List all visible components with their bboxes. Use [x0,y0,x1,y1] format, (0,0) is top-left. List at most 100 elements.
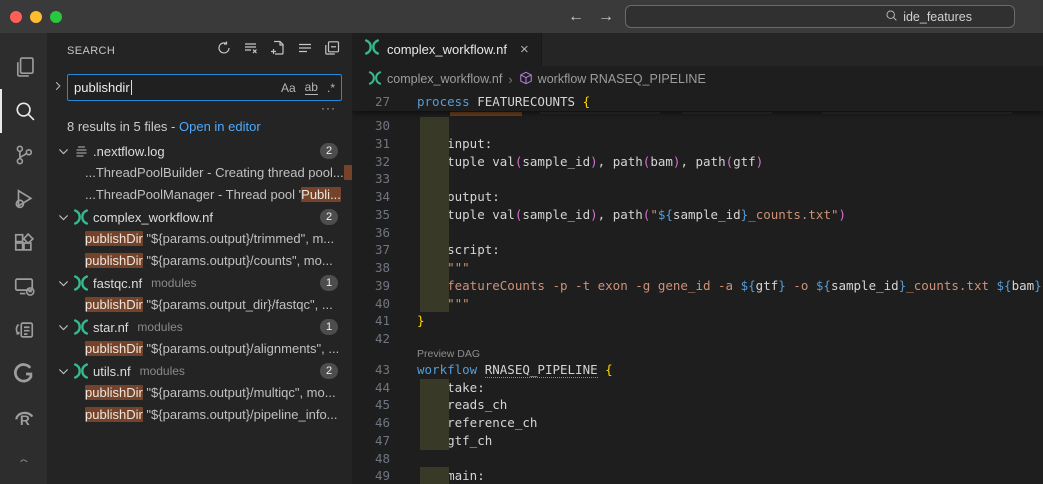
code-line-39[interactable]: 39 featureCounts -p -t exon -g gene_id -… [352,277,1043,295]
search-result-file-row[interactable]: fastqc.nfmodules1 [47,272,352,294]
code-line-32[interactable]: 32 tuple val(sample_id), path(bam), path… [352,153,1043,171]
file-path: modules [140,364,185,378]
use-regex-toggle[interactable]: .* [327,81,335,95]
close-icon[interactable]: × [520,41,529,58]
match-count-badge: 2 [320,143,338,159]
search-result-file-row[interactable]: complex_workflow.nf2 [47,206,352,228]
code-line-42[interactable]: 42 [352,330,1043,348]
search-result-match-row[interactable]: publishDir "${params.output}/alignments"… [47,338,352,360]
clear-results-button[interactable] [243,43,259,59]
code-line-38[interactable]: 38 """ [352,259,1043,277]
line-number: 48 [352,450,390,468]
code-line-36[interactable]: 36 [352,224,1043,242]
code-line-43[interactable]: 43workflow RNASEQ_PIPELINE { [352,361,1043,379]
svg-text:R: R [19,413,29,428]
breadcrumb-file[interactable]: complex_workflow.nf [387,72,502,86]
source-control-icon [13,144,35,166]
code-editor[interactable]: 27process FEATURECOUNTS { 3031 input:32 … [352,92,1043,484]
close-window-button[interactable] [10,11,22,23]
search-result-match-row[interactable]: publishDir "${params.output}/multiqc", m… [47,382,352,404]
refresh-button[interactable] [216,43,232,59]
activity-bar-extensions[interactable] [0,221,47,265]
r-icon: R [13,407,35,429]
code-line-48[interactable]: 48 [352,450,1043,468]
activity-bar-run-debug[interactable] [0,177,47,221]
file-path: modules [137,320,182,334]
search-result-match-row[interactable]: publishDir "${params.output}/trimmed", m… [47,228,352,250]
search-result-match-row[interactable]: ...ThreadPoolManager - Thread pool 'Publ… [47,184,352,206]
code-line-49[interactable]: 49 main: [352,467,1043,484]
code-line-30[interactable]: 30 [352,117,1043,135]
line-number: 47 [352,432,390,450]
search-icon [14,100,36,122]
forward-button[interactable]: → [598,8,614,26]
code-line-44[interactable]: 44 take: [352,379,1043,397]
line-number: 41 [352,312,390,330]
search-result-file-row[interactable]: star.nfmodules1 [47,316,352,338]
line-number: 37 [352,241,390,259]
activity-bar-cloud[interactable] [0,440,47,484]
search-result-match-row[interactable]: publishDir "${params.output_dir}/fastqc"… [47,294,352,316]
code-line-33[interactable]: 33 [352,170,1043,188]
search-icon [885,9,898,25]
chevron-down-icon[interactable] [57,146,69,157]
tasks-icon [13,319,35,341]
code-line-40[interactable]: 40 """ [352,295,1043,313]
search-query-text: publishdir [74,80,130,95]
chevron-down-icon[interactable] [57,278,69,289]
search-results-tree: .nextflow.log2...ThreadPoolBuilder - Cre… [47,140,352,484]
code-line-45[interactable]: 45 reads_ch [352,396,1043,414]
code-line-37[interactable]: 37 script: [352,241,1043,259]
codelens-preview-dag[interactable]: Preview DAG [352,348,1043,361]
nextflow-icon [73,319,89,335]
breadcrumb-symbol[interactable]: workflow RNASEQ_PIPELINE [538,72,706,86]
back-button[interactable]: ← [568,8,584,26]
file-name: complex_workflow.nf [93,210,213,225]
list-icon [297,40,313,61]
search-result-match-row[interactable]: ...ThreadPoolBuilder - Creating thread p… [47,162,352,184]
minimize-window-button[interactable] [30,11,42,23]
breadcrumb: complex_workflow.nf › workflow RNASEQ_PI… [352,66,1043,92]
toggle-replace-chevron-icon[interactable] [51,74,65,91]
search-result-file-row[interactable]: utils.nfmodules2 [47,360,352,382]
match-case-toggle[interactable]: Aa [281,81,296,95]
search-result-match-row[interactable]: publishDir "${params.output}/pipeline_in… [47,404,352,426]
tab-complex-workflow[interactable]: complex_workflow.nf × [352,33,542,66]
search-input[interactable]: publishdir Aaab .* [67,74,342,101]
code-line-41[interactable]: 41} [352,312,1043,330]
activity-bar-tasks[interactable] [0,308,47,352]
chevron-down-icon[interactable] [57,366,69,377]
command-center[interactable]: ide_features [625,5,1015,28]
code-line-46[interactable]: 46 reference_ch [352,414,1043,432]
code-line-31[interactable]: 31 input: [352,135,1043,153]
open-in-editor-link[interactable]: Open in editor [179,119,261,134]
collapse-all-button[interactable] [324,43,340,59]
new-search-editor-button[interactable] [270,43,286,59]
nextflow-icon [73,275,89,291]
search-result-file-row[interactable]: .nextflow.log2 [47,140,352,162]
code-line-34[interactable]: 34 output: [352,188,1043,206]
zoom-window-button[interactable] [50,11,62,23]
search-result-match-row[interactable]: publishDir "${params.output}/counts", mo… [47,250,352,272]
window-controls [0,11,62,23]
debug-icon [13,188,35,210]
whole-word-toggle[interactable]: ab [305,80,318,95]
line-number: 31 [352,135,390,153]
activity-bar-r-language[interactable]: R [0,396,47,440]
sticky-scroll-line[interactable]: 27process FEATURECOUNTS { [352,92,1043,111]
code-line-47[interactable]: 47 gtf_ch [352,432,1043,450]
editor-group: complex_workflow.nf × complex_workflow.n… [352,33,1043,484]
extensions-icon [13,232,35,254]
activity-bar-gitlens[interactable] [0,352,47,396]
code-line-35[interactable]: 35 tuple val(sample_id), path("${sample_… [352,206,1043,224]
chevron-down-icon[interactable] [57,322,69,333]
chevron-down-icon[interactable] [57,212,69,223]
line-number: 46 [352,414,390,432]
match-count-badge: 1 [320,275,338,291]
activity-bar-search[interactable] [0,89,47,133]
toggle-search-details-button[interactable]: ··· [47,101,352,115]
activity-bar-remote-explorer[interactable] [0,265,47,309]
activity-bar-explorer[interactable] [0,45,47,89]
activity-bar-source-control[interactable] [0,133,47,177]
view-as-list-button[interactable] [297,43,313,59]
